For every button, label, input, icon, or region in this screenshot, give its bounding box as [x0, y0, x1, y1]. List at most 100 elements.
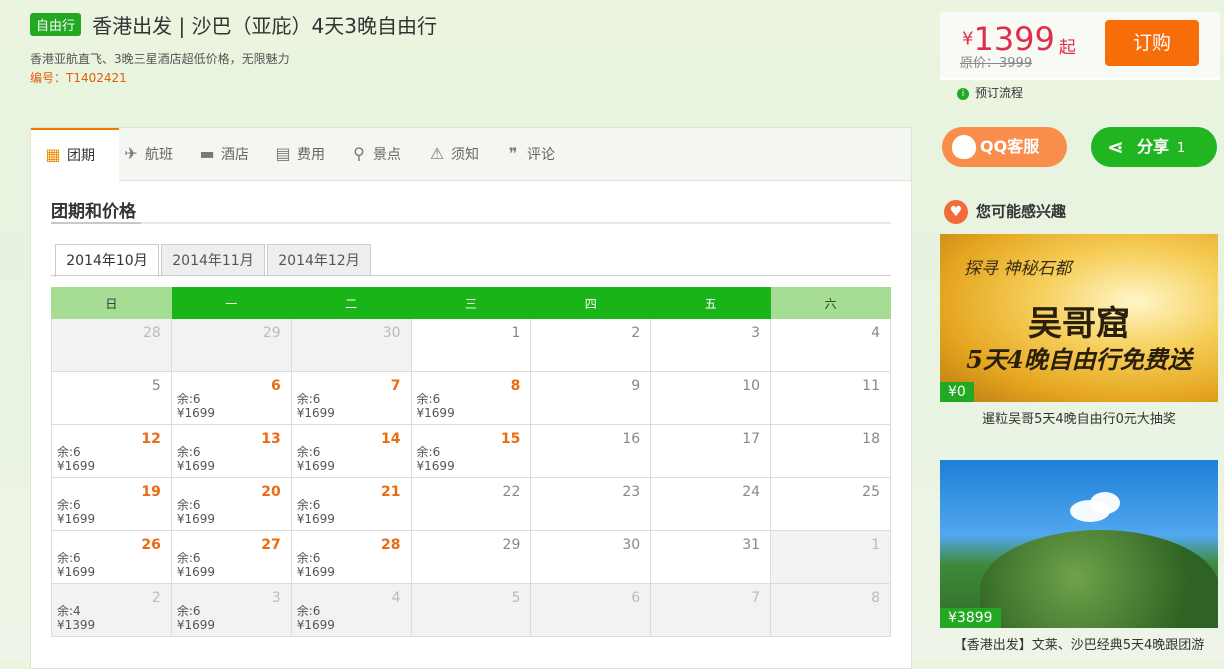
day-number: 2 — [151, 590, 161, 606]
calendar-day-cell[interactable]: 27 余:6 ¥1699 — [170, 530, 292, 584]
interest-title: 您可能感兴趣 — [976, 202, 1067, 221]
day-number: 30 — [382, 325, 401, 341]
product-header: 自由行 香港出发 | 沙巴（亚庇）4天3晚自由行 香港亚航直飞、3晚三星酒店超低… — [30, 10, 920, 90]
calendar-week-row: 2 余:4 ¥1399 3 余:6 ¥1699 4 余:6 ¥1699 5 6 7 8 — [51, 583, 891, 637]
tab-label: 费用 — [297, 147, 325, 163]
calendar-day-cell: 16 — [530, 424, 652, 478]
day-number: 20 — [261, 484, 281, 500]
day-number: 5 — [511, 590, 521, 606]
month-tab-dec[interactable]: 2014年12月 — [267, 244, 371, 276]
calendar-day-cell[interactable]: 28 余:6 ¥1699 — [290, 530, 412, 584]
calendar-day-cell[interactable]: 2 余:4 ¥1399 — [51, 583, 172, 637]
day-number: 4 — [391, 590, 401, 606]
detail-tabs: ▦ 团期 ✈ 航班 ▬ 酒店 ▤ 费用 ⚲ 景点 ⚠ 须知 ❞ 评论 — [31, 128, 911, 183]
day-number: 8 — [510, 378, 521, 394]
plane-icon: ✈ — [124, 144, 138, 163]
month-tabs-divider — [51, 275, 891, 276]
day-availability: 余:6 ¥1699 — [297, 498, 335, 526]
tab-comments[interactable]: ❞ 评论 — [503, 128, 555, 180]
calendar-day-cell[interactable]: 19 余:6 ¥1699 — [51, 477, 172, 531]
calendar-day-cell[interactable]: 12 余:6 ¥1699 — [51, 424, 172, 478]
day-number: 29 — [262, 325, 281, 341]
calendar-day-cell[interactable]: 20 余:6 ¥1699 — [170, 477, 292, 531]
calendar-week-row: 19 余:6 ¥1699 20 余:6 ¥1699 21 余:6 ¥1699 22 23 24 25 — [51, 477, 891, 531]
day-number: 7 — [390, 378, 401, 394]
day-number: 23 — [622, 484, 641, 500]
day-price: ¥1699 — [296, 618, 335, 632]
calendar-day-cell[interactable]: 15 余:6 ¥1699 — [410, 424, 532, 478]
remaining-seats: 余:4 — [57, 604, 81, 618]
month-tab-nov[interactable]: 2014年11月 — [161, 244, 265, 276]
card-image[interactable]: ¥3899 — [940, 460, 1218, 628]
day-availability: 余:6 ¥1699 — [177, 604, 215, 632]
share-icon: ⋖ — [1107, 135, 1124, 159]
calendar-day-cell[interactable]: 7 余:6 ¥1699 — [290, 371, 412, 425]
tab-attractions[interactable]: ⚲ 景点 — [349, 128, 401, 180]
calendar-week-row: 26 余:6 ¥1699 27 余:6 ¥1699 28 余:6 ¥1699 29 30 31 1 — [51, 530, 891, 584]
remaining-seats: 余:6 — [176, 392, 201, 406]
day-number: 14 — [381, 431, 401, 447]
remaining-seats: 余:6 — [176, 604, 201, 618]
booking-flow-label: 预订流程 — [975, 86, 1024, 100]
price-suffix: 起 — [1058, 38, 1076, 58]
tab-flight[interactable]: ✈ 航班 — [121, 128, 173, 180]
calendar-day-cell[interactable]: 14 余:6 ¥1699 — [290, 424, 412, 478]
warning-icon: ⚠ — [429, 144, 445, 163]
tab-notice[interactable]: ⚠ 须知 — [427, 128, 479, 180]
card-price-tag: ¥0 — [940, 382, 974, 402]
calendar-day-cell: 30 — [290, 318, 412, 372]
share-button[interactable]: ⋖ 分享 1 — [1091, 127, 1217, 167]
weekday-row: 日 一 二 三 四 五 六 — [51, 287, 891, 319]
calendar-day-cell[interactable]: 8 余:6 ¥1699 — [410, 371, 532, 425]
weekday-header: 一 — [170, 287, 292, 319]
day-price: ¥1699 — [416, 406, 455, 420]
day-number: 26 — [141, 537, 161, 553]
heart-icon: ♥ — [944, 200, 968, 224]
calendar-day-cell[interactable]: 13 余:6 ¥1699 — [170, 424, 292, 478]
calendar-day-cell[interactable]: 6 余:6 ¥1699 — [170, 371, 292, 425]
price-calendar: 日 一 二 三 四 五 六 28 29 30 1 2 3 4 5 6 余:6 ¥1699 7 余:6 ¥1… — [51, 287, 891, 637]
remaining-seats: 余:6 — [176, 498, 201, 512]
day-number: 1 — [511, 325, 521, 341]
interest-heading: ♥ 您可能感兴趣 — [944, 200, 1066, 224]
day-price: ¥1699 — [296, 565, 335, 579]
weekday-header: 三 — [410, 287, 532, 319]
tab-label: 团期 — [67, 148, 95, 164]
card-caption[interactable]: 【香港出发】文莱、沙巴经典5天4晚跟团游 — [940, 634, 1218, 653]
calendar-day-cell[interactable]: 4 余:6 ¥1699 — [290, 583, 412, 637]
qq-service-button[interactable]: QQ客服 — [942, 127, 1067, 167]
day-number: 28 — [381, 537, 401, 553]
calendar-day-cell: 18 — [770, 424, 891, 478]
day-price: ¥1699 — [176, 512, 216, 526]
card-caption[interactable]: 暹粒吴哥5天4晚自由行0元大抽奖 — [940, 408, 1218, 427]
day-price: ¥1699 — [176, 459, 216, 473]
price-area: ¥1399 起 原价：3999 订购 — [940, 12, 1220, 78]
day-price: ¥1699 — [296, 512, 335, 526]
calendar-day-cell[interactable]: 21 余:6 ¥1699 — [290, 477, 412, 531]
calendar-day-cell: 5 — [51, 371, 172, 425]
booking-flow-link[interactable]: i 预订流程 — [940, 80, 1220, 107]
card-image[interactable]: 探寻 神秘石都 吴哥窟 5天4晚自由行免费送 ¥0 — [940, 234, 1218, 402]
tab-hotel[interactable]: ▬ 酒店 — [197, 128, 249, 180]
tab-schedule[interactable]: ▦ 团期 — [31, 128, 119, 183]
weekday-header: 六 — [770, 287, 891, 319]
month-tab-oct[interactable]: 2014年10月 — [55, 244, 159, 277]
calendar-day-cell: 1 — [770, 530, 891, 584]
qq-service-label: QQ客服 — [980, 137, 1040, 156]
page-title: 香港出发 | 沙巴（亚庇）4天3晚自由行 — [92, 14, 438, 38]
order-button[interactable]: 订购 — [1105, 20, 1199, 66]
day-price: ¥1699 — [176, 618, 216, 632]
calendar-day-cell[interactable]: 26 余:6 ¥1699 — [51, 530, 172, 584]
day-availability: 余:6 ¥1699 — [297, 551, 335, 579]
calendar-day-cell: 24 — [650, 477, 772, 531]
day-number: 31 — [742, 537, 761, 553]
day-number: 1 — [871, 537, 880, 553]
main-panel: ▦ 团期 ✈ 航班 ▬ 酒店 ▤ 费用 ⚲ 景点 ⚠ 须知 ❞ 评论 团期和价格 2014年1… — [30, 127, 912, 669]
calendar-day-cell: 6 — [530, 583, 652, 637]
tab-cost[interactable]: ▤ 费用 — [273, 128, 325, 180]
calendar-day-cell[interactable]: 3 余:6 ¥1699 — [170, 583, 292, 637]
recommend-card[interactable]: ¥3899 【香港出发】文莱、沙巴经典5天4晚跟团游 — [940, 460, 1218, 653]
recommend-card[interactable]: 探寻 神秘石都 吴哥窟 5天4晚自由行免费送 ¥0 暹粒吴哥5天4晚自由行0元大… — [940, 234, 1218, 427]
remaining-seats: 余:6 — [296, 498, 321, 512]
day-price: ¥1699 — [57, 565, 96, 579]
